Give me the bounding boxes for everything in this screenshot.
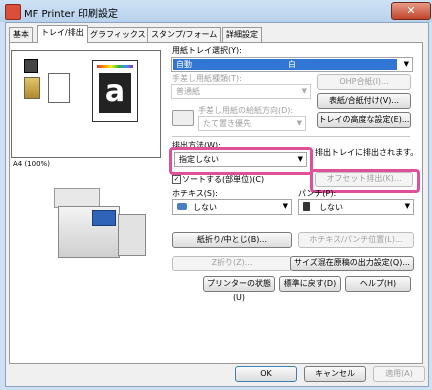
printer-highlight-tray (92, 210, 116, 226)
paper-color-value: 白 (288, 60, 296, 69)
color-bar (97, 65, 133, 68)
feed-direction-icon (172, 110, 194, 126)
preview-document: a (92, 60, 138, 122)
tab-advanced[interactable]: 詳細設定 (222, 27, 262, 42)
window-title: MF Printer 印刷設定 (24, 9, 119, 20)
preview-page-letter: a (99, 73, 131, 113)
sort-label: ソートする(部単位)(C) (182, 175, 265, 184)
help-button[interactable]: ヘルプ(H) (345, 276, 411, 292)
sort-checkbox[interactable]: ✓ (172, 175, 181, 184)
paper-type-select[interactable]: 普通紙 ▼ (171, 84, 311, 99)
punch-value: しない (319, 203, 343, 212)
staple-select[interactable]: しない ▼ (172, 199, 292, 215)
feed-direction-value: たて置き優先 (203, 119, 251, 128)
section-separator (172, 136, 410, 137)
printer-status-button[interactable]: プリンターの状態(U) (203, 276, 275, 302)
feed-direction-select[interactable]: たて置き優先 ▼ (198, 116, 306, 131)
tab-basic[interactable]: 基本 (9, 27, 33, 42)
paper-size-caption: A4 (100%) (13, 160, 50, 168)
output-info-text: 排出トレイに排出されます。 (315, 148, 419, 157)
punch-icon (303, 202, 310, 211)
chevron-down-icon: ▼ (282, 202, 288, 210)
ok-button[interactable]: OK (235, 366, 297, 382)
fold-saddle-button[interactable]: 紙折り/中とじ(B)... (172, 232, 292, 248)
output-method-select[interactable]: 指定しない ▼ (174, 152, 307, 167)
tray-icon (24, 59, 38, 73)
output-stack-icon (24, 77, 40, 99)
ohp-interleave-button[interactable]: OHP合紙(I)... (317, 74, 411, 90)
page-preview: a (11, 50, 161, 158)
finisher (118, 214, 146, 256)
apply-button[interactable]: 適用(A) (373, 366, 425, 382)
chevron-down-icon: ▼ (296, 119, 302, 127)
punch-label: パンチ(P): (298, 189, 337, 198)
restore-defaults-button[interactable]: 標準に戻す(D) (279, 276, 341, 292)
z-fold-button[interactable]: Z折り(Z)... (172, 256, 292, 271)
chevron-down-icon: ▼ (404, 202, 410, 210)
offset-output-button[interactable]: オフセット排出(K)... (315, 172, 413, 187)
tab-stamp-form[interactable]: スタンプ/フォーム (147, 27, 222, 42)
output-method-value: 指定しない (179, 155, 219, 164)
paper-tray-selection-highlight (173, 59, 397, 70)
paper-tray-value: 自動 (176, 60, 192, 69)
mixed-size-output-button[interactable]: サイズ混在原稿の出力設定(Q)... (290, 256, 414, 271)
printer-app-icon (5, 4, 21, 20)
paper-type-label: 手差し用紙種類(T): (172, 74, 242, 83)
paper-tray-select[interactable]: 自動 白 ▼ (171, 57, 413, 72)
staple-value: しない (193, 203, 217, 212)
printer-illustration (54, 188, 146, 268)
printer-scanner (54, 188, 100, 208)
punch-position-button[interactable]: ホチキス/パンチ位置(L)... (298, 232, 414, 248)
cancel-button[interactable]: キャンセル (304, 366, 366, 382)
cover-insert-button[interactable]: 表紙/合紙付け(V)... (317, 93, 411, 109)
tab-tray-output[interactable]: トレイ/排出 (37, 25, 88, 43)
paper-type-value: 普通紙 (176, 87, 200, 96)
chevron-down-icon: ▼ (403, 60, 409, 68)
tab-graphics[interactable]: グラフィックス (86, 27, 150, 42)
close-button[interactable]: ✕ (391, 2, 431, 20)
staple-icon (177, 203, 187, 210)
dialog-client: 基本 トレイ/排出 グラフィックス スタンプ/フォーム 詳細設定 a A4 (1… (5, 22, 429, 387)
tray-advanced-button[interactable]: トレイの高度な設定(E)... (317, 112, 411, 128)
chevron-down-icon: ▼ (301, 87, 307, 95)
paper-tray-label: 用紙トレイ選択(Y): (172, 46, 242, 55)
staple-label: ホチキス(S): (172, 189, 218, 198)
mini-page-icon (48, 73, 70, 103)
chevron-down-icon: ▼ (297, 155, 303, 163)
feed-direction-label: 手差し用紙の給紙方向(D): (198, 106, 294, 115)
punch-select[interactable]: しない ▼ (298, 199, 414, 215)
